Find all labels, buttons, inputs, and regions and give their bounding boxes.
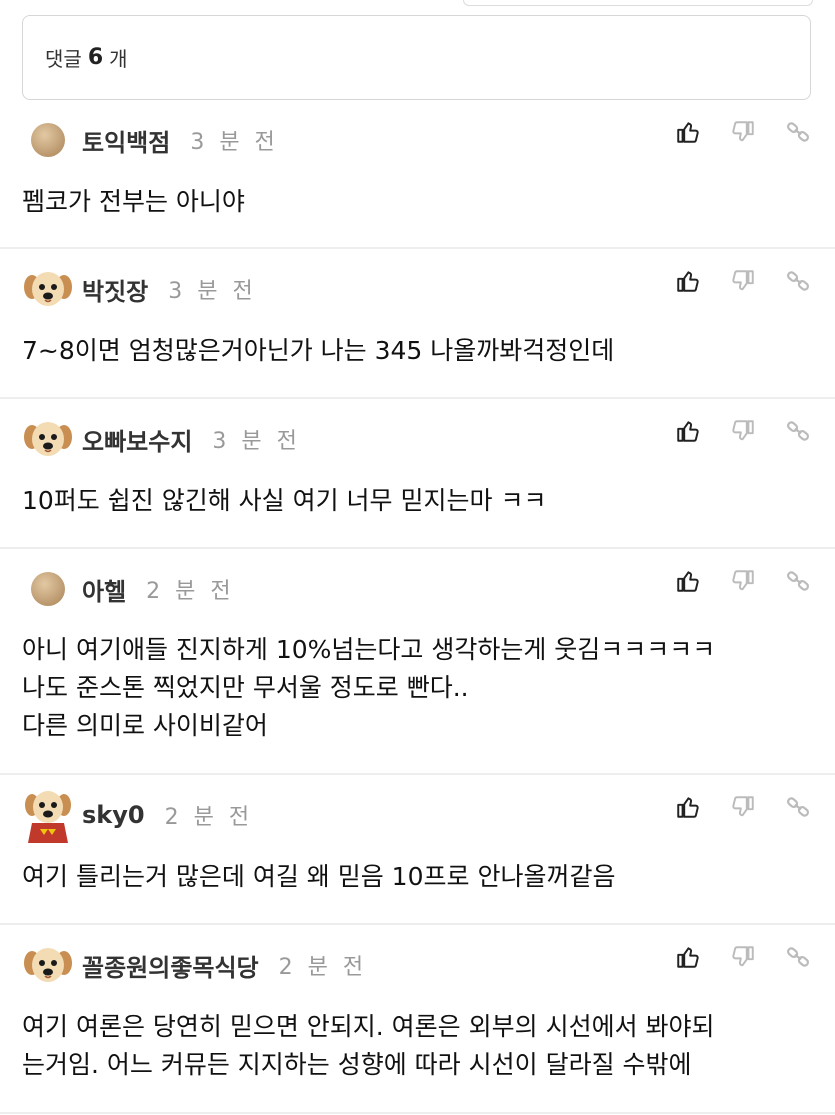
comment-text: 아니 여기애들 진지하게 10%넘는다고 생각하는게 웃김ㅋㅋㅋㅋㅋ 나도 준스… <box>22 635 716 740</box>
comment-count-box: 댓글 6 개 <box>22 15 811 100</box>
link-icon[interactable] <box>784 567 812 595</box>
comment-text: 여기 틀리는거 많은데 여길 왜 믿음 10프로 안나올꺼같음 <box>22 862 616 891</box>
comment-item: 오빠보수지 3 분 전 10퍼도 쉽진 않긴해 사실 여기 너무 믿지는마 ㅋㅋ <box>0 400 835 549</box>
comment-count-number: 6 <box>87 45 104 70</box>
thumbs-up-icon[interactable] <box>674 267 702 295</box>
link-icon[interactable] <box>784 417 812 445</box>
thumbs-down-icon[interactable] <box>729 118 757 146</box>
comment-actions <box>647 793 812 821</box>
puppy-avatar[interactable] <box>22 413 74 465</box>
puppy-avatar[interactable] <box>22 263 74 315</box>
comment-actions <box>647 118 812 146</box>
comment-item: sky0 2 분 전 여기 틀리는거 많은데 여길 왜 믿음 10프로 안나올꺼… <box>0 776 835 925</box>
beige-circle-avatar[interactable] <box>22 563 74 615</box>
comment-time: 3 분 전 <box>212 429 301 454</box>
comment-header: sky0 2 분 전 <box>22 785 812 845</box>
top-input-edge <box>463 0 813 6</box>
comment-actions <box>647 417 812 445</box>
comment-author[interactable]: 오빠보수지 <box>82 422 192 457</box>
link-icon[interactable] <box>784 118 812 146</box>
comment-header: 토익백점 3 분 전 <box>22 110 812 170</box>
thumbs-up-icon[interactable] <box>674 567 702 595</box>
comment-time: 3 분 전 <box>190 130 279 155</box>
comment-text: 7~8이면 엄청많은거아닌가 나는 345 나올까봐걱정인데 <box>22 336 615 365</box>
link-icon[interactable] <box>784 267 812 295</box>
thumbs-down-icon[interactable] <box>729 267 757 295</box>
comment-time: 2 분 전 <box>164 805 254 830</box>
comment-time: 3 분 전 <box>168 279 257 304</box>
comment-item: 박짓장 3 분 전 7~8이면 엄청많은거아닌가 나는 345 나올까봐걱정인데 <box>0 250 835 399</box>
comment-actions <box>647 267 812 295</box>
thumbs-down-icon[interactable] <box>729 417 757 445</box>
comment-header: 오빠보수지 3 분 전 <box>22 409 812 469</box>
comment-author[interactable]: 아헬 <box>82 572 126 607</box>
comment-author[interactable]: sky0 <box>82 801 145 829</box>
puppy-cape-avatar[interactable] <box>22 789 74 843</box>
comment-item: 토익백점 3 분 전 펨코가 전부는 아니야 <box>0 105 835 249</box>
beige-circle-avatar[interactable] <box>22 114 74 166</box>
comment-actions <box>647 567 812 595</box>
thumbs-up-icon[interactable] <box>674 417 702 445</box>
comment-item: 꼴종원의좋목식당 2 분 전 여기 여론은 당연히 믿으면 안되지. 여론은 외… <box>0 926 835 1114</box>
thumbs-up-icon[interactable] <box>674 118 702 146</box>
comment-header: 꼴종원의좋목식당 2 분 전 <box>22 935 812 995</box>
comment-text: 10퍼도 쉽진 않긴해 사실 여기 너무 믿지는마 ㅋㅋ <box>22 486 547 515</box>
comment-header: 아헬 2 분 전 <box>22 559 812 619</box>
comment-count-prefix: 댓글 <box>45 47 82 71</box>
comment-author[interactable]: 꼴종원의좋목식당 <box>82 948 259 983</box>
thumbs-down-icon[interactable] <box>729 793 757 821</box>
thumbs-up-icon[interactable] <box>674 793 702 821</box>
comment-time: 2 분 전 <box>146 579 235 604</box>
thumbs-down-icon[interactable] <box>729 943 757 971</box>
comment-author[interactable]: 박짓장 <box>82 272 148 307</box>
comment-count-suffix: 개 <box>109 47 128 71</box>
comment-text: 여기 여론은 당연히 믿으면 안되지. 여론은 외부의 시선에서 봐야되 는거임… <box>22 1012 715 1079</box>
comment-author[interactable]: 토익백점 <box>82 123 170 158</box>
link-icon[interactable] <box>784 943 812 971</box>
thumbs-down-icon[interactable] <box>729 567 757 595</box>
comment-text: 펨코가 전부는 아니야 <box>22 187 245 216</box>
link-icon[interactable] <box>784 793 812 821</box>
thumbs-up-icon[interactable] <box>674 943 702 971</box>
comment-time: 2 분 전 <box>278 955 368 980</box>
comment-actions <box>647 943 812 971</box>
comment-item: 아헬 2 분 전 아니 여기애들 진지하게 10%넘는다고 생각하는게 웃김ㅋㅋ… <box>0 550 835 775</box>
puppy-avatar[interactable] <box>22 939 74 991</box>
comment-header: 박짓장 3 분 전 <box>22 259 812 319</box>
